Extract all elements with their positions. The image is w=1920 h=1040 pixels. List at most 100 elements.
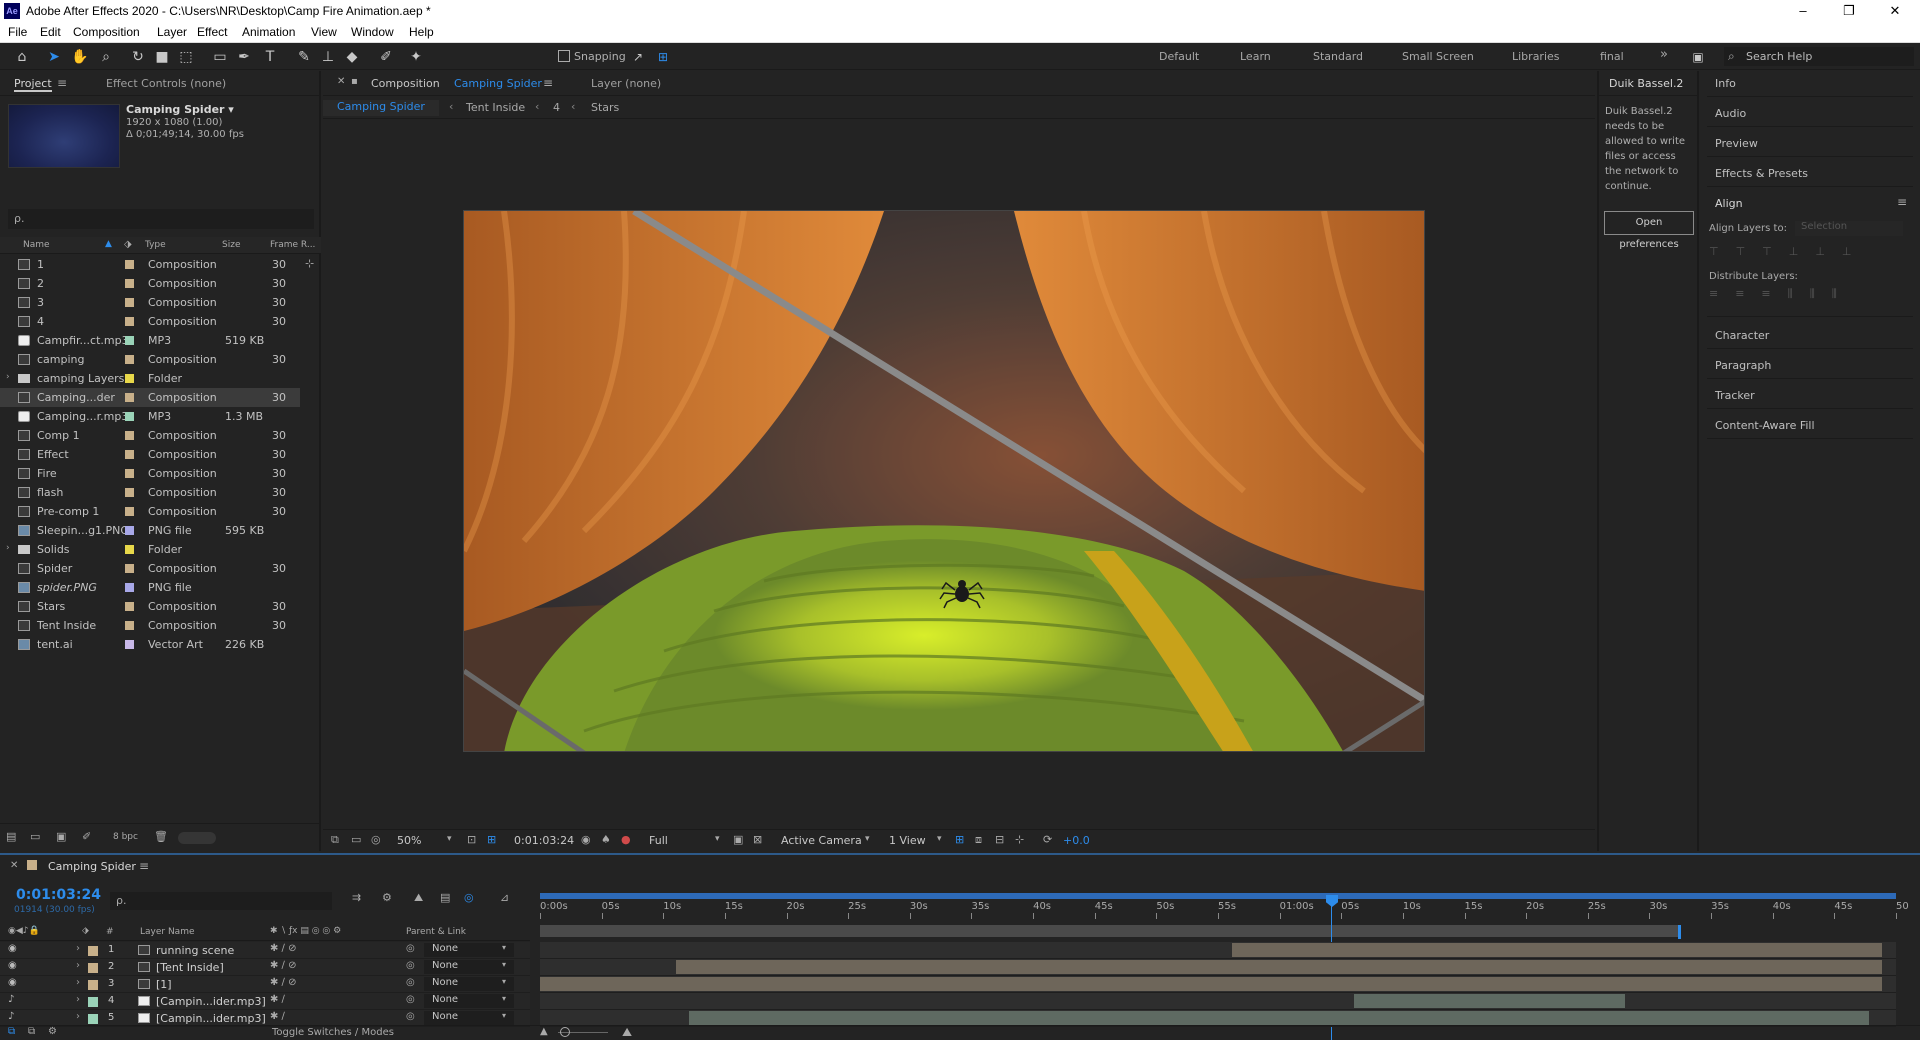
layer-duration-bar[interactable] [540,977,1883,991]
audio-panel-tab[interactable]: Audio [1715,107,1746,120]
hand-tool-icon[interactable]: ✋ [70,47,90,67]
new-composition-icon[interactable]: ▣ [56,830,66,843]
layer-label-swatch[interactable] [88,1014,98,1024]
snapping-checkbox[interactable] [558,50,570,62]
exposure-value[interactable]: +0.0 [1063,834,1090,847]
layer-duration-bar[interactable] [675,960,1883,974]
duik-title[interactable]: Duik Bassel.2 [1609,77,1683,90]
resolution-select[interactable]: Full [649,834,668,847]
transparency-grid-icon[interactable]: ⊞ [487,833,496,846]
align-panel-tab[interactable]: Align [1715,197,1743,210]
label-color-swatch[interactable] [125,602,134,611]
puppet-tool-icon[interactable]: ✦ [406,47,426,67]
time-ruler[interactable]: 0:00s 05s 10s 15s 20s 25s 30s 35s 40s 45s 50s 55s 01… [536,889,1909,941]
new-folder-icon[interactable]: ▭ [30,830,40,843]
tab-effect-controls[interactable]: Effect Controls (none) [106,77,226,90]
timeline-current-time[interactable]: 0:01:03:24 [16,887,101,903]
timeline-layer-row[interactable]: ◉ › 1 running scene ✱ ∕ ⊘ ◎ None ▾ [0,942,1920,959]
toggle-pixel-aspect-icon[interactable]: ⊞ [955,833,964,846]
roto-brush-tool-icon[interactable]: ✐ [376,47,396,67]
label-color-swatch[interactable] [125,507,134,516]
layer-duration-bar[interactable] [1353,994,1625,1008]
pan-behind-tool-icon[interactable]: ⬚ [176,47,196,67]
project-item[interactable]: spider.PNG PNG file [0,578,300,597]
flowchart-view-icon[interactable]: ⊹ [1015,833,1024,846]
eraser-tool-icon[interactable]: ◆ [342,47,362,67]
effects-presets-panel-tab[interactable]: Effects & Presets [1715,167,1808,180]
project-item[interactable]: Effect Composition 30 [0,445,300,464]
info-panel-tab[interactable]: Info [1715,77,1736,90]
label-color-swatch[interactable] [125,374,134,383]
expand-layer-icon[interactable]: › [76,943,80,954]
label-column-icon[interactable]: ⬗ [124,239,132,250]
workspace-small-screen[interactable]: Small Screen [1402,50,1474,63]
label-color-swatch[interactable] [125,545,134,554]
view-layout-select[interactable]: 1 View [889,834,926,847]
pickwhip-icon[interactable]: ◎ [406,943,415,954]
menu-window[interactable]: Window [351,25,394,39]
expand-folder-icon[interactable]: › [6,372,10,382]
workspace-layout-icon[interactable]: ▣ [1688,47,1708,67]
pickwhip-icon[interactable]: ◎ [406,994,415,1005]
layer-name[interactable]: [Campin...ider.mp3] [156,1012,266,1025]
project-item[interactable]: Campfir...ct.mp3 MP3 519 KB [0,331,300,350]
zoom-tool-icon[interactable]: ⌕ [96,47,116,67]
layer-name[interactable]: [Tent Inside] [156,961,224,974]
layer-name[interactable]: [Campin...ider.mp3] [156,995,266,1008]
expand-folder-icon[interactable]: › [6,543,10,553]
layer-label-swatch[interactable] [88,997,98,1007]
project-item[interactable]: Tent Inside Composition 30 [0,616,300,635]
column-type[interactable]: Type [145,240,166,250]
project-search-input[interactable]: ρ. [8,209,314,229]
home-icon[interactable]: ⌂ [12,47,32,67]
content-aware-fill-panel-tab[interactable]: Content-Aware Fill [1715,419,1815,432]
audio-toggle-icon[interactable]: ♪ [8,994,14,1005]
zoom-slider-handle[interactable] [560,1027,570,1037]
project-item[interactable]: tent.ai Vector Art 226 KB [0,635,300,654]
layer-switches[interactable]: ✱ ∕ ⊘ [270,943,296,954]
project-item[interactable]: 3 Composition 30 [0,293,300,312]
video-visibility-icon[interactable]: ◉ [8,960,17,971]
layer-label-swatch[interactable] [88,980,98,990]
layer-track[interactable] [540,993,1896,1010]
camera-select[interactable]: Active Camera [781,834,862,847]
expand-switches-icon[interactable]: ⧉ [8,1026,15,1037]
project-item[interactable]: camping Composition 30 [0,350,300,369]
column-name[interactable]: Name [23,240,50,250]
parent-select[interactable]: None [424,977,514,991]
project-item[interactable]: flash Composition 30 [0,483,300,502]
toggle-transparency-icon[interactable]: ⊠ [753,833,762,846]
timeline-comp-tab[interactable]: Camping Spider [48,860,136,873]
layer-label-swatch[interactable] [88,963,98,973]
snap-edges-icon[interactable]: ↗ [628,47,648,67]
label-color-swatch[interactable] [125,412,134,421]
close-button[interactable]: ✕ [1872,0,1918,22]
search-help-field[interactable]: ⌕ Search Help [1724,47,1914,66]
character-panel-tab[interactable]: Character [1715,329,1769,342]
project-item[interactable]: 1 Composition 30 [0,255,300,274]
pickwhip-icon[interactable]: ◎ [406,977,415,988]
project-item[interactable]: Camping...r.mp3 MP3 1.3 MB [0,407,300,426]
label-color-swatch[interactable] [125,298,134,307]
pickwhip-icon[interactable]: ◎ [406,960,415,971]
breadcrumb-camping-spider[interactable]: Camping Spider [323,100,439,116]
project-item[interactable]: Camping...der Composition 30 [0,388,300,407]
layer-switches[interactable]: ✱ ∕ [270,994,285,1005]
menu-composition[interactable]: Composition [73,25,140,39]
label-color-swatch[interactable] [125,564,134,573]
label-color-swatch[interactable] [125,526,134,535]
align-panel-menu-icon[interactable]: ≡ [1897,195,1907,209]
menu-animation[interactable]: Animation [242,25,295,39]
workspace-final[interactable]: final [1600,50,1624,63]
composition-mini-flowchart-icon[interactable]: ⇉ [352,891,361,904]
label-color-swatch[interactable] [125,336,134,345]
parent-select[interactable]: None [424,1011,514,1025]
project-item[interactable]: Stars Composition 30 [0,597,300,616]
tab-layer[interactable]: Layer (none) [591,77,661,90]
open-preferences-button[interactable]: Open preferences [1604,211,1694,250]
selected-comp-name[interactable]: Camping Spider ▾ [126,103,234,116]
timeline-layer-row[interactable]: ◉ › 3 [1] ✱ ∕ ⊘ ◎ None ▾ [0,976,1920,993]
layer-name[interactable]: [1] [156,978,172,991]
project-item[interactable]: Sleepin...g1.PNG PNG file 595 KB [0,521,300,540]
motion-blur-icon[interactable]: ◎ [464,891,474,904]
